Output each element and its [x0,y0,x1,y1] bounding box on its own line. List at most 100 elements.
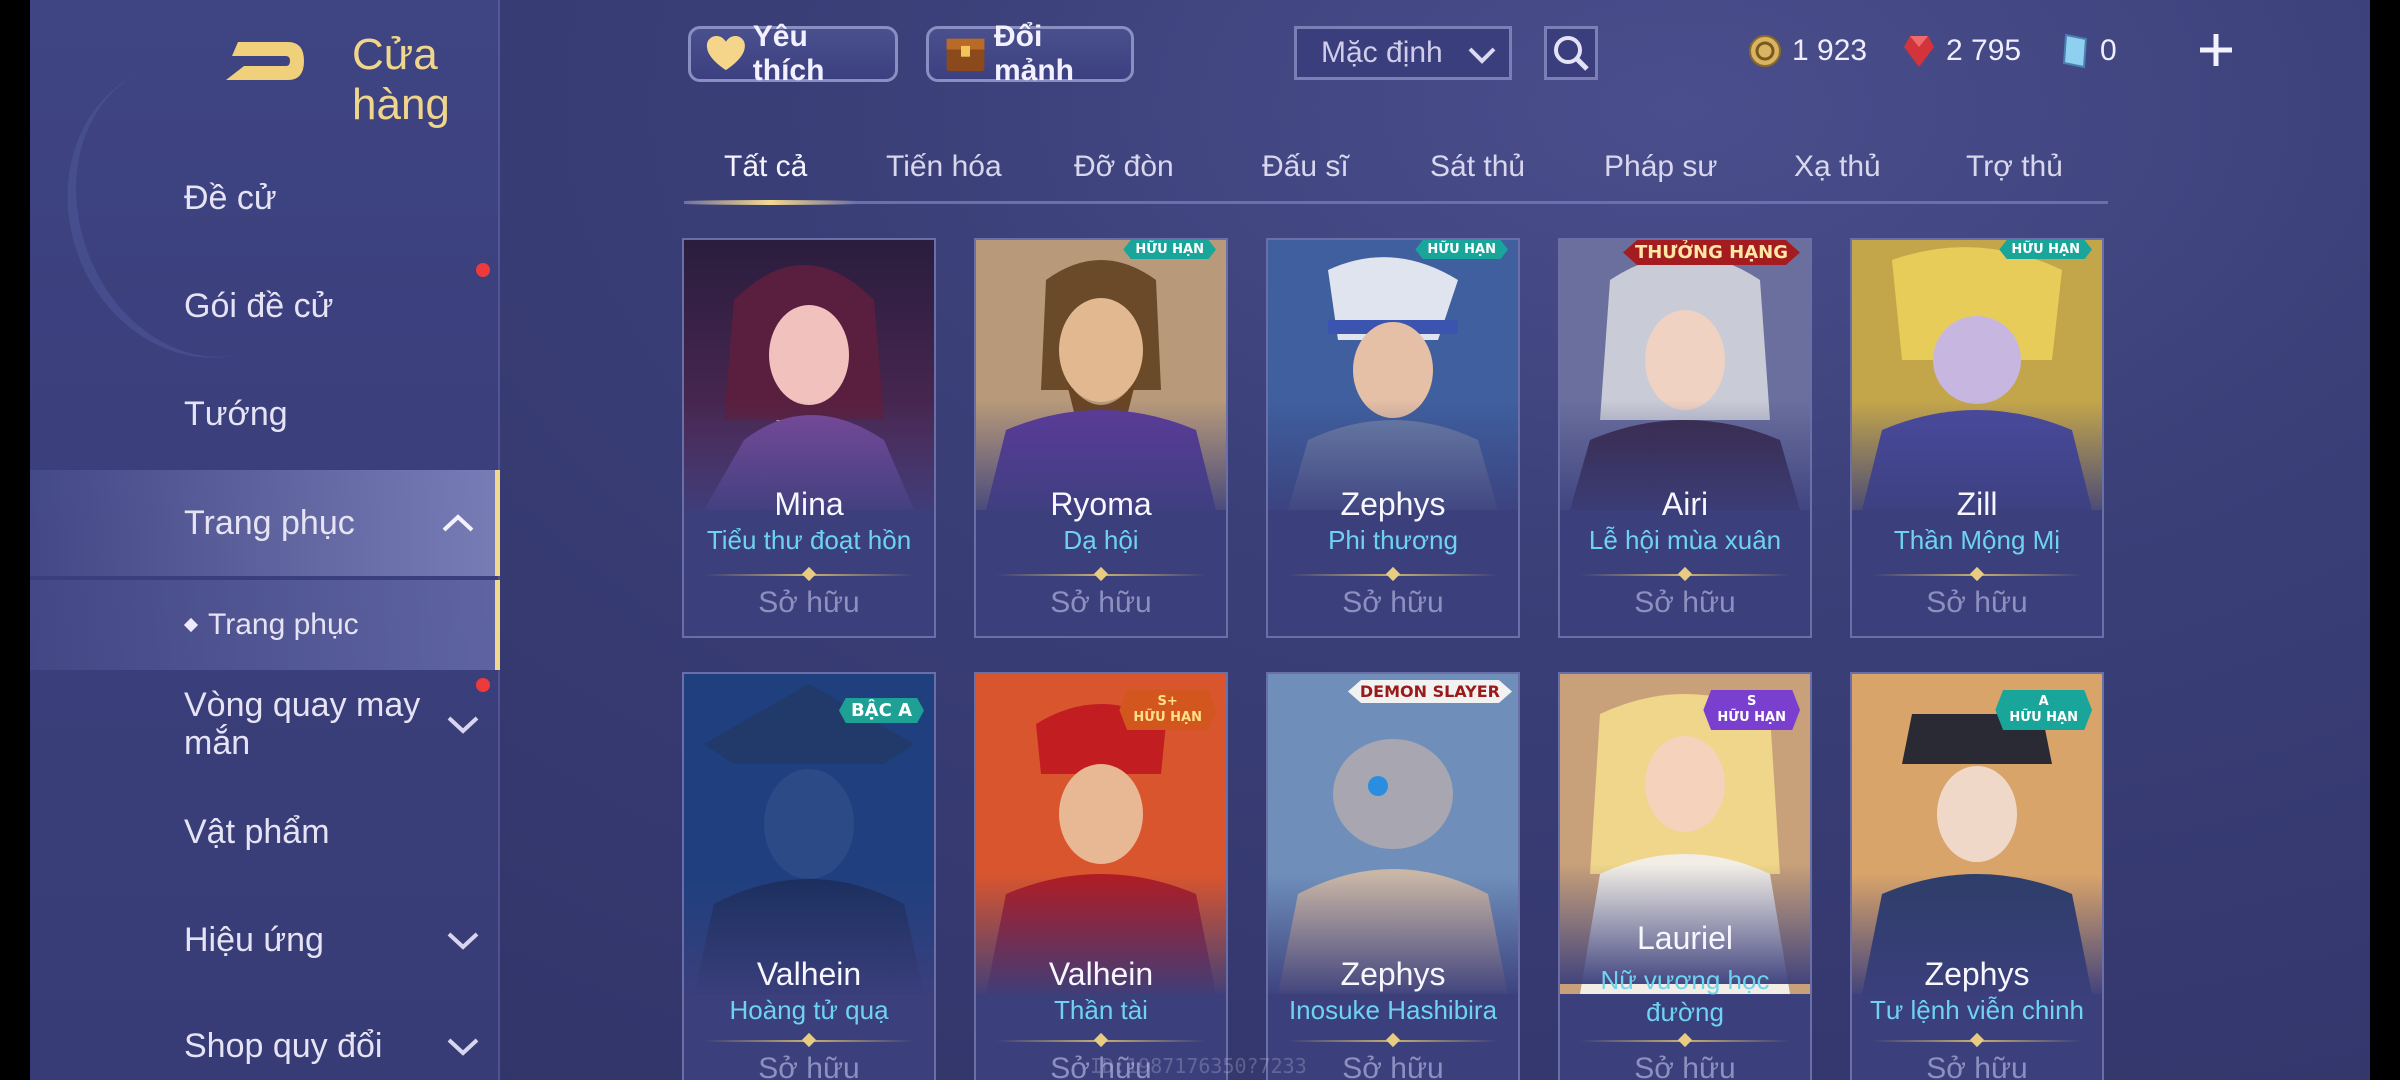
skin-card[interactable]: DEMON SLAYER Zephys Inosuke Hashibira Sở… [1266,672,1520,1080]
skin-card[interactable]: S HỮU HẠN Lauriel Nữ vương học đường Sở … [1558,672,1812,1080]
sidebar-item-label: Vật phẩm [184,812,330,851]
tab-fighter[interactable]: Đấu sĩ [1262,150,1349,184]
skin-card[interactable]: HỮU HẠN Zill Thần Mộng Mị Sở hữu [1850,238,2104,638]
sort-dropdown[interactable]: Mặc định [1294,26,1512,80]
owned-status: Sở hữu [1926,1052,2028,1080]
sidebar-item-skins[interactable]: Trang phục [30,470,500,576]
category-tabs: Tất cả Tiến hóa Đỡ đòn Đấu sĩ Sát thủ Ph… [684,140,2108,205]
hero-name: Lauriel [1636,920,1734,956]
tab-all[interactable]: Tất cả [724,150,807,184]
exchange-shards-button[interactable]: Đổi mảnh [926,20,1134,87]
skin-name: Tư lệnh viễn chinh [1870,995,2084,1025]
tab-label: Tiến hóa [886,150,1002,183]
sidebar-item-lucky-wheel[interactable]: Vòng quay may mắn [30,674,500,774]
card-divider [1580,574,1790,576]
collab-badge: DEMON SLAYER [1347,680,1512,703]
skin-card[interactable]: A HỮU HẠN Zephys Tư lệnh viễn chinh Sở h… [1850,672,2104,1080]
skin-name: Thần Mộng Mị [1893,525,2061,555]
skin-card[interactable]: HỮU HẠN Zephys Phi thương Sở hữu [1266,238,1520,638]
grade-value: A [2038,694,2049,709]
tab-marksman[interactable]: Xạ thủ [1794,150,1881,184]
gold-coin-icon [1749,35,1781,67]
back-arrow-icon[interactable] [218,36,308,86]
skin-name: Nữ vương học đường [1600,965,1770,1027]
screen-bezel-right [2370,0,2400,1080]
skin-card[interactable]: BẬC A Valhein Hoàng tử quạ Sở hữu [682,672,936,1080]
hero-name: Ryoma [1050,486,1152,522]
hero-name: Valhein [1048,956,1154,992]
sidebar-item-label: Tướng [184,394,288,433]
grade-badge: S HỮU HẠN [1703,690,1800,730]
player-id-watermark: ID:1987176350?7233 [1090,1054,1307,1078]
favorites-button[interactable]: Yêu thích [688,20,898,87]
ruby-amount: 2 795 [1946,34,2022,67]
sidebar-item-label: Trang phục [184,503,355,542]
voucher-balance: 0 [2060,30,2117,72]
skin-name: Inosuke Hashibira [1288,995,1498,1025]
hero-name: Zill [1956,486,1998,522]
skin-card[interactable]: Mina Tiểu thư đoạt hồn Sở hữu [682,238,936,638]
grade-badge: S+ HỮU HẠN [1119,690,1216,730]
sidebar-item-items[interactable]: Vật phẩm [30,784,500,880]
sidebar-item-heroes[interactable]: Tướng [30,366,500,462]
limited-badge: HỮU HẠN [1123,240,1216,259]
sidebar-item-label: Trang phục [208,608,359,641]
card-divider [1288,574,1498,576]
voucher-amount: 0 [2100,34,2117,67]
chevron-down-icon [447,932,479,950]
card-divider [1580,1040,1790,1042]
limited-badge: HỮU HẠN [1999,240,2092,259]
search-icon [1554,36,1589,71]
search-button[interactable] [1544,26,1598,80]
card-divider [704,574,914,576]
sidebar: Cửa hàng Đề cử Gói đề cử Tướng Trang phụ… [26,0,500,1080]
sidebar-item-effects[interactable]: Hiệu ứng [30,892,500,988]
skin-card[interactable]: S+ HỮU HẠN Valhein Thần tài Sở hữu [974,672,1228,1080]
owned-status: Sở hữu [1050,586,1152,619]
tab-tank[interactable]: Đỡ đòn [1074,150,1174,184]
card-divider [1872,574,2082,576]
page-title: Cửa hàng [352,30,450,129]
limited-label: HỮU HẠN [2009,710,2078,725]
tab-label: Tất cả [724,150,808,183]
tab-evolution[interactable]: Tiến hóa [886,150,1002,184]
owned-status: Sở hữu [1342,586,1444,619]
sidebar-item-recommended-packs[interactable]: Gói đề cử [30,258,500,354]
sort-value: Mặc định [1321,36,1443,69]
sidebar-item-label: Vòng quay may mắn [184,686,421,762]
tab-label: Đỡ đòn [1074,150,1174,183]
hero-name: Airi [1661,486,1709,522]
sidebar-item-label: Hiệu ứng [184,920,324,959]
favorites-label: Yêu thích [752,20,825,87]
sidebar-subitem-skins[interactable]: Trang phục [30,580,500,670]
tab-mage[interactable]: Pháp sư [1604,150,1717,184]
owned-status: Sở hữu [758,586,860,619]
card-divider [704,1040,914,1042]
skin-card[interactable]: HỮU HẠN Ryoma Dạ hội Sở hữu [974,238,1228,638]
skin-name: Thần tài [1054,995,1148,1025]
tab-support[interactable]: Trợ thủ [1966,150,2063,184]
tab-label: Sát thủ [1430,150,1526,183]
gold-balance: 1 923 [1748,30,1867,72]
skin-name: Hoàng tử quạ [729,995,889,1025]
bullet-diamond-icon [183,617,199,633]
sidebar-item-recommended[interactable]: Đề cử [30,150,500,246]
ruby-balance: 2 795 [1902,30,2021,72]
skin-card[interactable]: THƯỞNG HẠNG Airi Lễ hội mùa xuân Sở hữu [1558,238,1812,638]
card-divider [1288,1040,1498,1042]
hero-name: Zephys [1340,956,1446,992]
limited-badge: HỮU HẠN [1415,240,1508,259]
screen-bezel-left [0,0,30,1080]
grade-badge: A HỮU HẠN [1995,690,2092,730]
owned-status: Sở hữu [1926,586,2028,619]
notification-dot [476,678,490,692]
sidebar-item-exchange-shop[interactable]: Shop quy đổi [30,998,500,1080]
sidebar-item-label: Đề cử [184,178,277,217]
tab-assassin[interactable]: Sát thủ [1430,150,1525,184]
chevron-down-icon [447,1038,479,1056]
voucher-icon [2062,33,2088,69]
shop-screen: Cửa hàng Đề cử Gói đề cử Tướng Trang phụ… [0,0,2400,1080]
add-currency-button[interactable] [2196,30,2236,70]
owned-status: Sở hữu [1634,586,1736,619]
tab-label: Trợ thủ [1966,150,2063,183]
